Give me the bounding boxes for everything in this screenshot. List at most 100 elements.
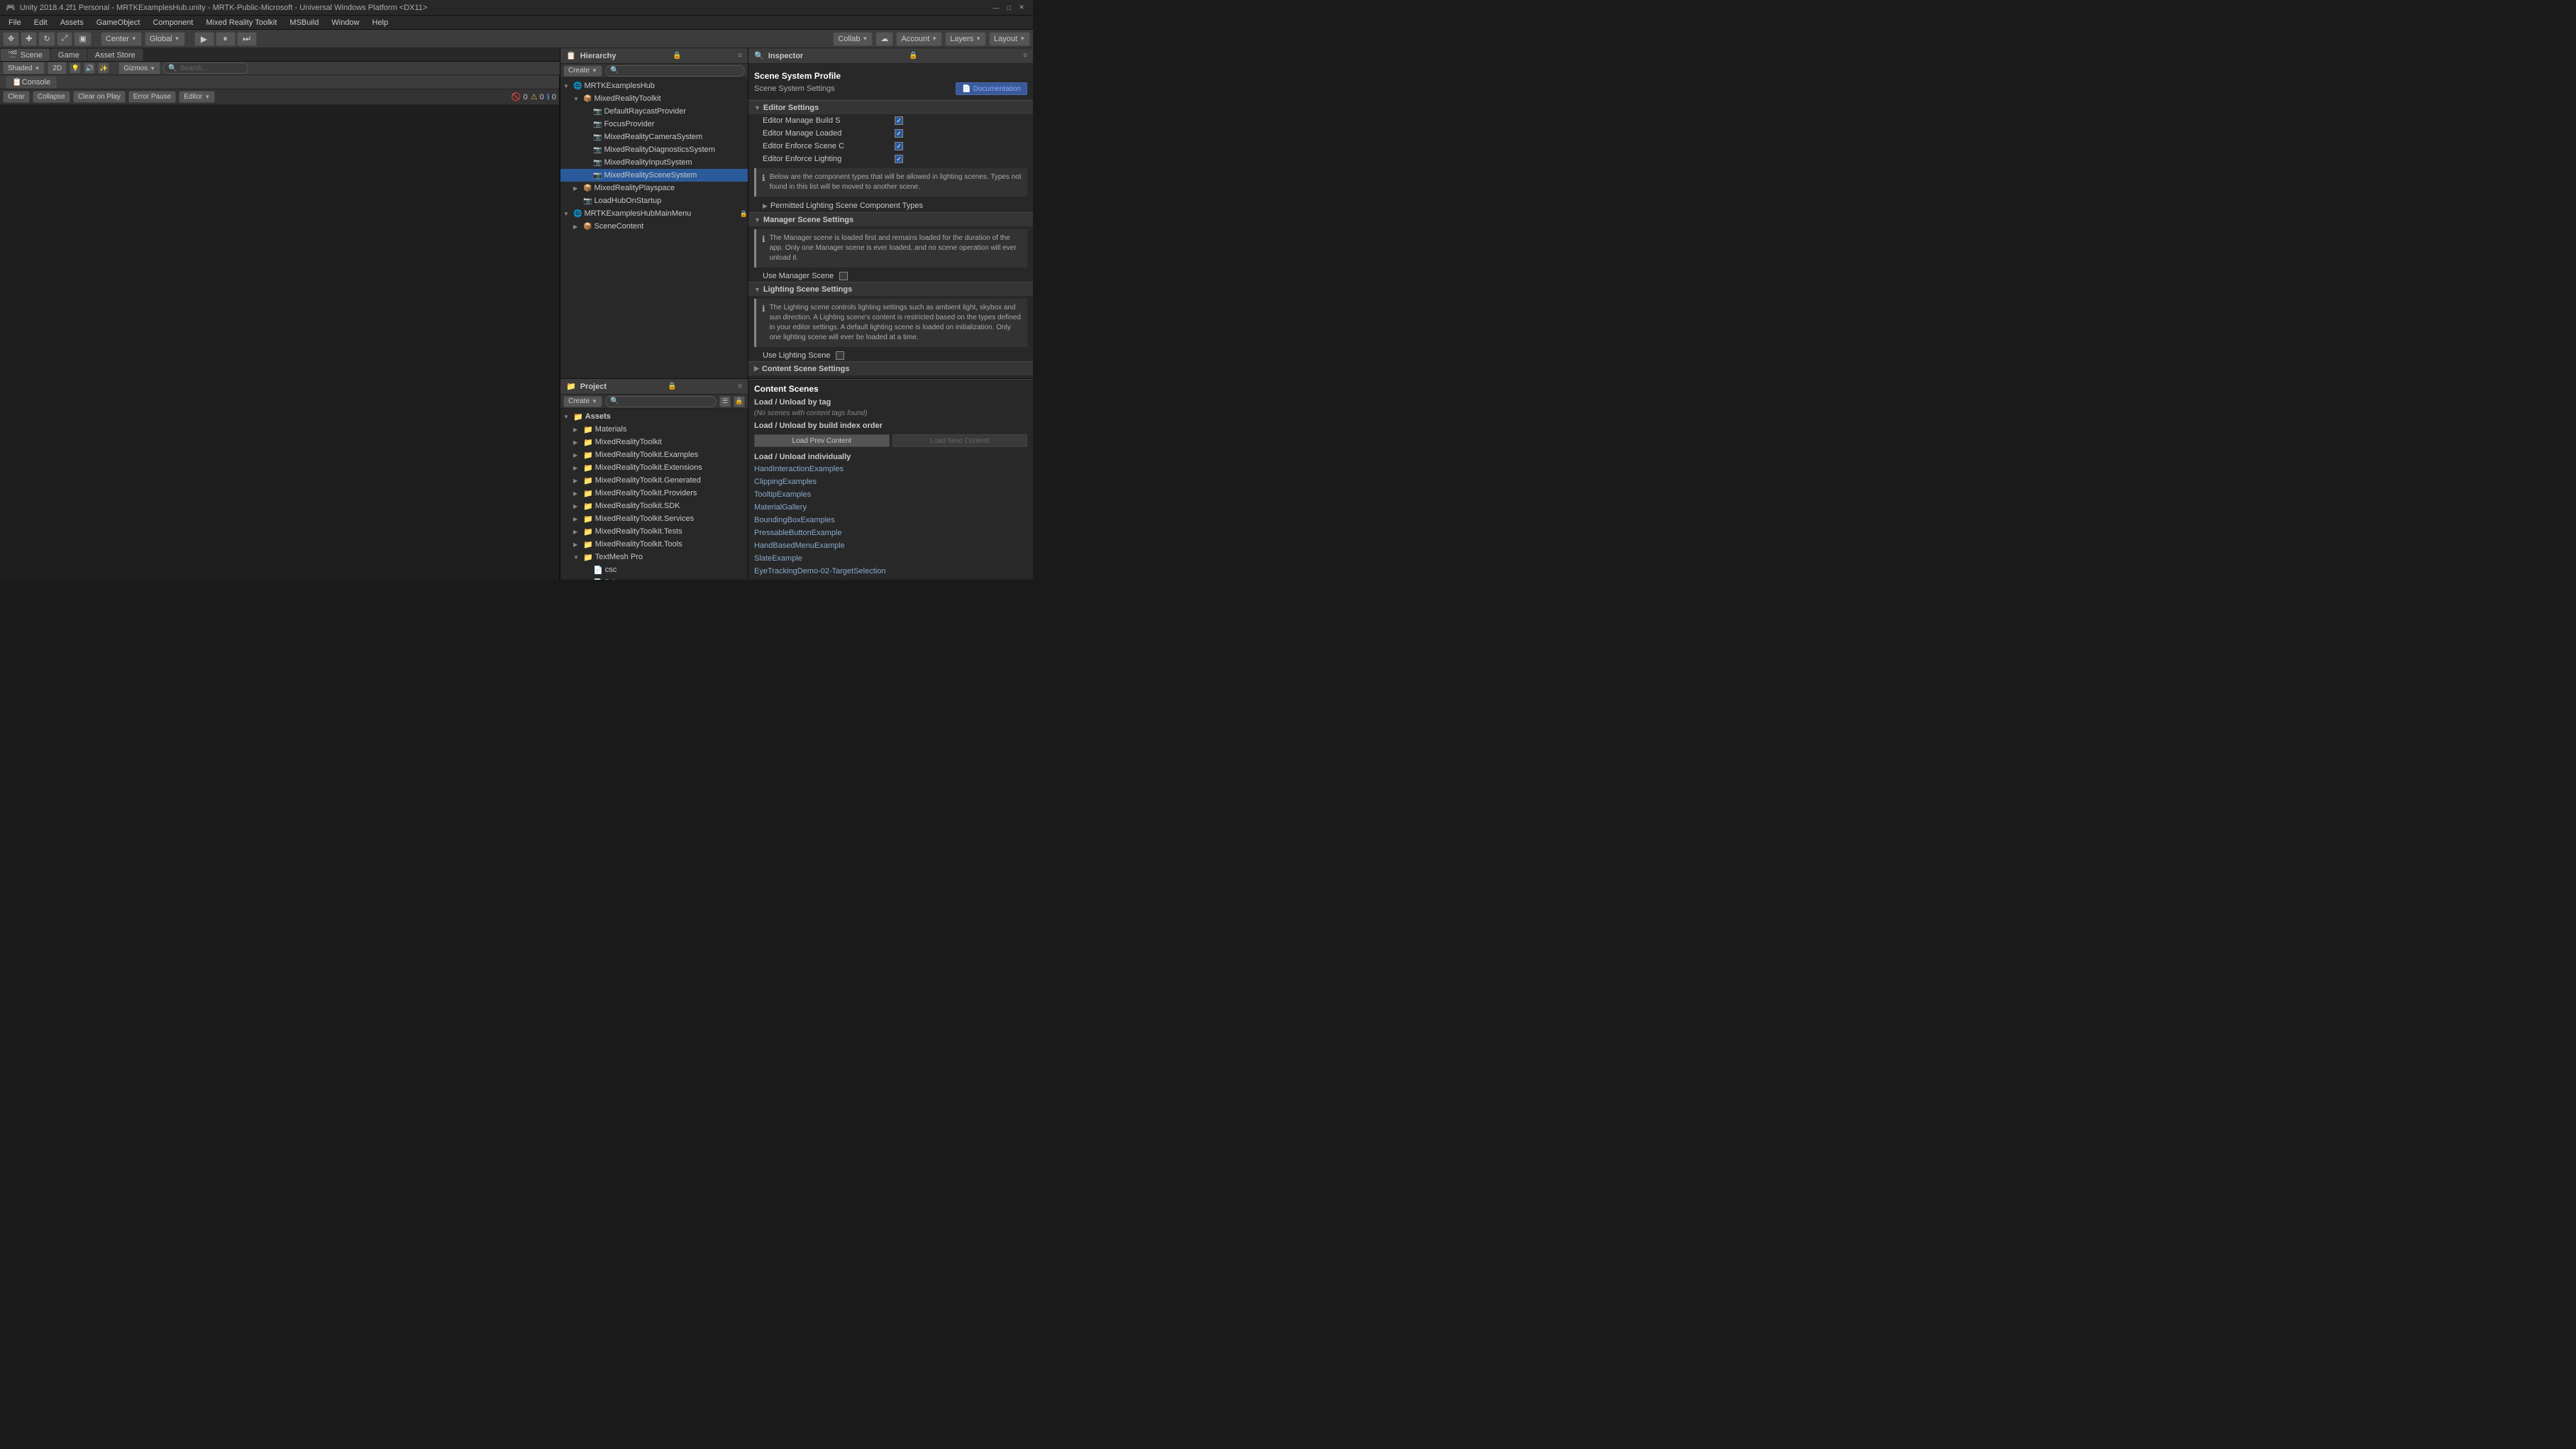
menu-component[interactable]: Component — [147, 18, 199, 28]
use-manager-scene-checkbox[interactable] — [839, 272, 848, 280]
tree-item-MixedRealityInputSystem[interactable]: ▶ 📷 MixedRealityInputSystem — [560, 156, 748, 169]
inspector-menu[interactable]: ≡ — [1023, 52, 1027, 60]
folder-mrtk-sdk[interactable]: ▶ 📁 MixedRealityToolkit.SDK — [560, 500, 748, 512]
layers-button[interactable]: Layers ▼ — [945, 32, 986, 46]
editor-manage-loaded-checkbox[interactable] — [895, 129, 903, 138]
folder-link[interactable]: ▶ 📄 link — [560, 576, 748, 580]
mode-2d[interactable]: 2D — [48, 62, 67, 75]
menu-mrtk[interactable]: Mixed Reality Toolkit — [200, 18, 282, 28]
folder-materials[interactable]: ▶ 📁 Materials — [560, 423, 748, 436]
project-menu[interactable]: ≡ — [738, 382, 742, 390]
folder-mrtk-providers[interactable]: ▶ 📁 MixedRealityToolkit.Providers — [560, 487, 748, 500]
cloud-button[interactable]: ☁ — [875, 32, 893, 46]
audio-toggle[interactable]: 🔊 — [84, 62, 95, 74]
tree-item-MixedRealityPlayspace[interactable]: ▶ 📦 MixedRealityPlayspace — [560, 182, 748, 194]
folder-mrtk-generated[interactable]: ▶ 📁 MixedRealityToolkit.Generated — [560, 474, 748, 487]
project-lock[interactable]: 🔒 — [668, 382, 676, 390]
play-button[interactable]: ▶ — [194, 32, 214, 46]
scene-PressableButtonExample[interactable]: PressableButtonExample — [748, 527, 1033, 539]
close-button[interactable]: ✕ — [1016, 2, 1027, 13]
tab-game[interactable]: Game — [50, 48, 87, 61]
scene-BoundingBoxExamples[interactable]: BoundingBoxExamples — [748, 514, 1033, 527]
hierarchy-menu[interactable]: ≡ — [738, 52, 742, 60]
tree-item-DefaultRaycastProvider[interactable]: ▶ 📷 DefaultRaycastProvider — [560, 105, 748, 118]
tree-item-MixedRealitySceneSystem[interactable]: ▶ 📷 MixedRealitySceneSystem — [560, 169, 748, 182]
global-local-toggle[interactable]: Global ▼ — [145, 32, 185, 46]
scene-HandInteractionExamples[interactable]: HandInteractionExamples — [748, 463, 1033, 475]
tree-item-MixedRealityCameraSystem[interactable]: ▶ 📷 MixedRealityCameraSystem — [560, 131, 748, 143]
scene-EyeTrackingDemo02[interactable]: EyeTrackingDemo-02-TargetSelection — [748, 565, 1033, 578]
hierarchy-create-btn[interactable]: Create ▼ — [563, 65, 602, 77]
hierarchy-search[interactable]: 🔍 — [605, 65, 745, 77]
console-error-pause-btn[interactable]: Error Pause — [128, 91, 176, 103]
scene-search[interactable]: 🔍 Search... — [163, 62, 248, 74]
project-view-toggle[interactable]: ☰ — [719, 396, 731, 407]
editor-settings-header[interactable]: ▼ Editor Settings — [748, 100, 1033, 114]
load-next-btn[interactable]: Load Next Content — [892, 434, 1028, 447]
console-clear-btn[interactable]: Clear — [3, 91, 30, 103]
lighting-scene-header[interactable]: ▼ Lighting Scene Settings — [748, 282, 1033, 296]
menu-gameobject[interactable]: GameObject — [91, 18, 146, 28]
account-button[interactable]: Account ▼ — [896, 32, 942, 46]
scene-HandBasedMenuExample[interactable]: HandBasedMenuExample — [748, 539, 1033, 552]
tree-item-MRTKExamplesHubMainMenu[interactable]: ▼ 🌐 MRTKExamplesHubMainMenu 🔒 — [560, 207, 748, 220]
scene-EyeTrackingDemo03[interactable]: EyeTrackingDemo-03-Navigation — [748, 578, 1033, 580]
folder-textmesh-pro[interactable]: ▼ 📁 TextMesh Pro — [560, 551, 748, 563]
center-pivot-toggle[interactable]: Center ▼ — [101, 32, 142, 46]
console-tab[interactable]: 📋 Console — [6, 76, 57, 89]
menu-msbuild[interactable]: MSBuild — [284, 18, 324, 28]
use-lighting-scene-checkbox[interactable] — [836, 351, 844, 360]
folder-mrtk-tools[interactable]: ▶ 📁 MixedRealityToolkit.Tools — [560, 538, 748, 551]
console-collapse-btn[interactable]: Collapse — [33, 91, 70, 103]
hierarchy-lock[interactable]: 🔒 — [673, 52, 681, 60]
inspector-lock[interactable]: 🔒 — [909, 52, 917, 60]
tool-rotate[interactable]: ↻ — [38, 32, 55, 46]
lighting-toggle[interactable]: 💡 — [70, 62, 81, 74]
tab-scene[interactable]: 🎬 Scene — [0, 48, 50, 61]
tool-rect[interactable]: ▣ — [74, 32, 91, 46]
folder-assets[interactable]: ▼ 📁 Assets — [560, 410, 748, 423]
menu-file[interactable]: File — [3, 18, 27, 28]
pause-button[interactable]: ⏸ — [216, 32, 236, 46]
scene-lock[interactable]: 🔒 — [740, 210, 748, 218]
tree-item-MRTKExamplesHub[interactable]: ▼ 🌐 MRTKExamplesHub — [560, 79, 748, 92]
menu-assets[interactable]: Assets — [55, 18, 89, 28]
folder-mrtk-services[interactable]: ▶ 📁 MixedRealityToolkit.Services — [560, 512, 748, 525]
scene-SlateExample[interactable]: SlateExample — [748, 552, 1033, 565]
gizmos-dropdown[interactable]: Gizmos ▼ — [118, 62, 160, 75]
console-editor-btn[interactable]: Editor ▼ — [179, 91, 215, 103]
project-lock-btn[interactable]: 🔒 — [734, 396, 745, 407]
scene-TooltipExamples[interactable]: TooltipExamples — [748, 488, 1033, 501]
tab-asset-store[interactable]: Asset Store — [87, 48, 143, 61]
editor-manage-build-checkbox[interactable] — [895, 116, 903, 125]
project-search[interactable]: 🔍 — [605, 396, 717, 407]
project-create-btn[interactable]: Create ▼ — [563, 396, 602, 407]
folder-mrtk[interactable]: ▶ 📁 MixedRealityToolkit — [560, 436, 748, 448]
documentation-btn[interactable]: 📄 Documentation — [956, 82, 1027, 95]
menu-edit[interactable]: Edit — [28, 18, 53, 28]
folder-mrtk-examples[interactable]: ▶ 📁 MixedRealityToolkit.Examples — [560, 448, 748, 461]
manager-scene-header[interactable]: ▼ Manager Scene Settings — [748, 212, 1033, 226]
editor-enforce-scene-checkbox[interactable] — [895, 142, 903, 150]
step-button[interactable]: ⏭ — [237, 32, 257, 46]
tree-item-MixedRealityDiagnosticsSystem[interactable]: ▶ 📷 MixedRealityDiagnosticsSystem — [560, 143, 748, 156]
scene-MaterialGallery[interactable]: MaterialGallery — [748, 501, 1033, 514]
maximize-button[interactable]: □ — [1003, 2, 1015, 13]
permitted-lighting-header[interactable]: ▶ Permitted Lighting Scene Component Typ… — [748, 199, 1033, 212]
editor-enforce-lighting-checkbox[interactable] — [895, 155, 903, 163]
tree-item-SceneContent[interactable]: ▶ 📦 SceneContent — [560, 220, 748, 233]
folder-csc[interactable]: ▶ 📄 csc — [560, 563, 748, 576]
console-clear-on-play-btn[interactable]: Clear on Play — [73, 91, 126, 103]
tree-item-LoadHubOnStartup[interactable]: ▶ 📷 LoadHubOnStartup — [560, 194, 748, 207]
folder-mrtk-extensions[interactable]: ▶ 📁 MixedRealityToolkit.Extensions — [560, 461, 748, 474]
menu-window[interactable]: Window — [326, 18, 365, 28]
tool-move[interactable]: ✚ — [21, 32, 37, 46]
menu-help[interactable]: Help — [367, 18, 394, 28]
tool-hand[interactable]: ✥ — [3, 32, 19, 46]
scene-ClippingExamples[interactable]: ClippingExamples — [748, 475, 1033, 488]
tree-item-MixedRealityToolkit[interactable]: ▼ 📦 MixedRealityToolkit — [560, 92, 748, 105]
layout-button[interactable]: Layout ▼ — [989, 32, 1030, 46]
content-scene-settings-header[interactable]: ▶ Content Scene Settings — [748, 361, 1033, 375]
tool-scale[interactable]: ⤢ — [57, 32, 73, 46]
shading-dropdown[interactable]: Shaded ▼ — [3, 62, 45, 75]
